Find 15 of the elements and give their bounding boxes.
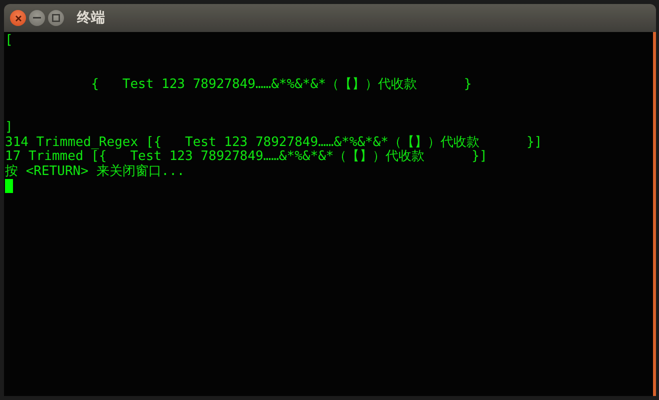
terminal-output-line: 按 <RETURN> 来关闭窗口...: [5, 164, 186, 179]
minimize-icon: [33, 17, 41, 19]
scrollbar[interactable]: [653, 32, 656, 396]
terminal-output-line: { Test 123 78927849……&*%&*&*（【】）代收款 }: [90, 78, 473, 92]
terminal-output-line: 314 Trimmed_Regex [{ Test 123 78927849……&*%&*&*（【】）代收款 }]: [5, 136, 544, 150]
text-cursor: [5, 179, 13, 193]
maximize-button[interactable]: [48, 10, 64, 26]
close-button[interactable]: [10, 10, 26, 26]
minimize-button[interactable]: [29, 10, 45, 26]
terminal-output-line: ]: [5, 121, 14, 136]
maximize-icon: [52, 14, 60, 22]
terminal-output-line: 17 Trimmed [{ Test 123 78927849……&*%&*&*（【】）代收款 }]: [5, 150, 488, 164]
close-icon: [14, 14, 22, 22]
terminal-output-line: [: [5, 34, 14, 48]
window-title: 终端: [77, 9, 105, 27]
